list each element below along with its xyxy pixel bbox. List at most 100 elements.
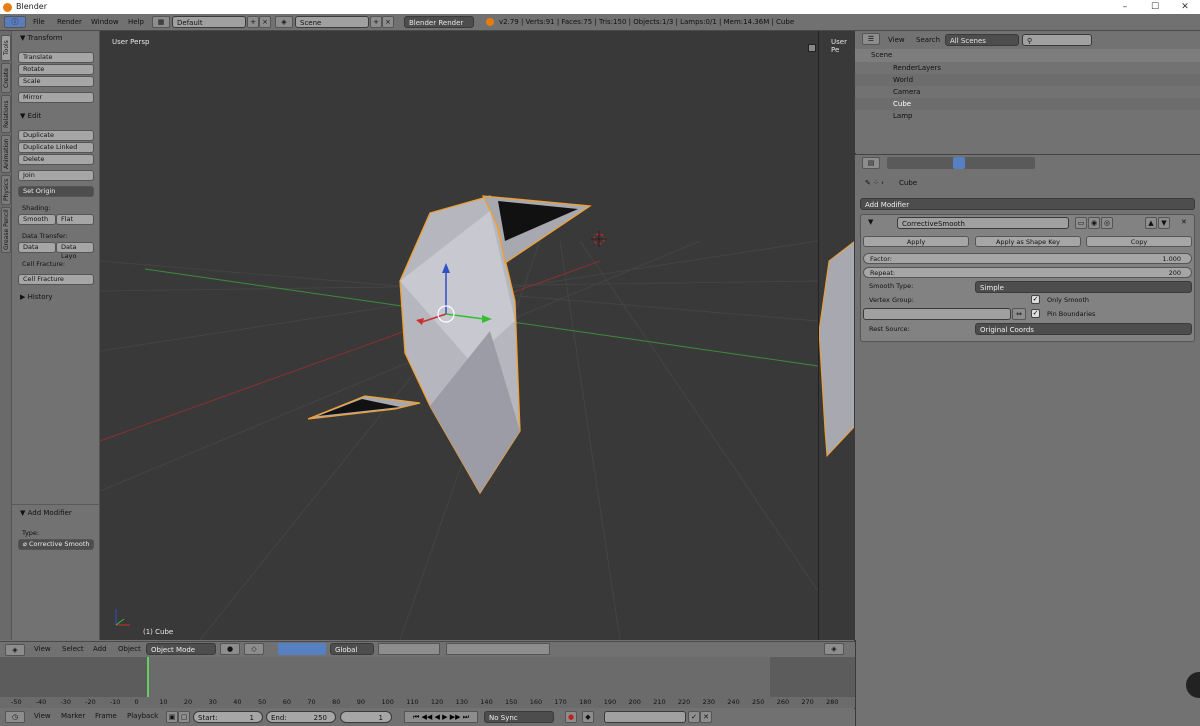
menu-window[interactable]: Window: [91, 17, 119, 28]
end-frame-field[interactable]: End: 250: [266, 711, 336, 723]
layout-icon[interactable]: ▦: [152, 16, 170, 28]
outliner-row-camera[interactable]: Camera: [855, 86, 1200, 98]
select-menu[interactable]: Select: [62, 644, 84, 655]
playback-controls[interactable]: ⏮ ◀◀ ◀ ▶ ▶▶ ⏭: [404, 711, 478, 723]
apply-shape-key-button[interactable]: Apply as Shape Key: [975, 236, 1081, 247]
tab-animation[interactable]: Animation: [1, 135, 11, 173]
remove-modifier-icon[interactable]: ✕: [1181, 217, 1187, 228]
maximize-button[interactable]: ☐: [1140, 0, 1170, 14]
outliner-search-input[interactable]: ⚲: [1022, 34, 1092, 46]
scale-button[interactable]: Scale: [18, 76, 94, 87]
rotate-button[interactable]: Rotate: [18, 64, 94, 75]
mirror-button[interactable]: Mirror: [18, 92, 94, 103]
add-menu[interactable]: Add: [93, 644, 107, 655]
remove-layout-icon[interactable]: ×: [259, 16, 271, 28]
side-handle-icon[interactable]: [1186, 672, 1200, 698]
delete-button[interactable]: Delete: [18, 154, 94, 165]
edit-mode-icon[interactable]: ▭: [1075, 217, 1087, 229]
shading-icon[interactable]: ●: [220, 643, 240, 655]
data-button[interactable]: Data: [18, 242, 56, 253]
3d-viewport[interactable]: User Persp (1) Cube: [100, 31, 818, 640]
copy-button[interactable]: Copy: [1086, 236, 1192, 247]
editor-type-icon[interactable]: ⓘ: [4, 16, 26, 28]
sync-select[interactable]: No Sync: [484, 711, 554, 723]
duplicate-linked-button[interactable]: Duplicate Linked: [18, 142, 94, 153]
pin-icon[interactable]: ✎ ⁘ ›: [865, 178, 884, 189]
add-layout-icon[interactable]: +: [247, 16, 259, 28]
outliner-row-world[interactable]: World: [855, 74, 1200, 86]
3d-viewport-secondary[interactable]: User Pe: [818, 31, 855, 640]
outliner-row-lamp[interactable]: Lamp: [855, 110, 1200, 122]
menu-help[interactable]: Help: [128, 17, 144, 28]
scene-icon[interactable]: ◈: [275, 16, 293, 28]
tab-physics[interactable]: Physics: [1, 175, 11, 205]
render-preview-icon[interactable]: ◈: [824, 643, 844, 655]
timeline-view-menu[interactable]: View: [34, 711, 51, 722]
keying-set-field[interactable]: [604, 711, 686, 723]
playhead[interactable]: [147, 657, 149, 697]
scene-field[interactable]: Scene: [295, 16, 369, 28]
3d-cursor-icon[interactable]: [591, 231, 607, 247]
menu-file[interactable]: File: [33, 17, 45, 28]
only-smooth-checkbox[interactable]: ✓: [1031, 295, 1040, 304]
outliner-row-renderlayers[interactable]: RenderLayers: [855, 62, 1200, 74]
record-icon[interactable]: ●: [565, 711, 577, 723]
delete-keyframe-icon[interactable]: ✕: [700, 711, 712, 723]
range-icon[interactable]: ▣: [166, 711, 178, 723]
outliner-editor-icon[interactable]: ☰: [862, 33, 880, 45]
vertex-group-input[interactable]: [863, 308, 1011, 320]
frame-menu[interactable]: Frame: [95, 711, 117, 722]
history-panel-header[interactable]: ▶ History: [14, 291, 98, 303]
pivot-icon[interactable]: ◇: [244, 643, 264, 655]
smooth-type-select[interactable]: Simple: [975, 281, 1192, 293]
outliner-search-menu[interactable]: Search: [916, 35, 940, 46]
manipulator-icons[interactable]: [278, 643, 326, 655]
layer-buttons[interactable]: [378, 643, 440, 655]
mode-select[interactable]: Object Mode: [146, 643, 216, 655]
collapse-icon[interactable]: ▼: [868, 217, 873, 228]
outliner-row-scene[interactable]: Scene: [855, 49, 1200, 62]
outliner-filter-select[interactable]: All Scenes: [945, 34, 1019, 46]
properties-editor-icon[interactable]: ▤: [862, 157, 880, 169]
modifier-name-input[interactable]: CorrectiveSmooth: [897, 217, 1069, 229]
smooth-button[interactable]: Smooth: [18, 214, 56, 225]
edit-panel-header[interactable]: ▼ Edit: [14, 110, 98, 122]
snap-tools[interactable]: [446, 643, 550, 655]
tab-relations[interactable]: Relations: [1, 95, 11, 133]
duplicate-button[interactable]: Duplicate: [18, 130, 94, 141]
tab-tools[interactable]: Tools: [1, 35, 11, 61]
rest-source-select[interactable]: Original Coords: [975, 323, 1192, 335]
move-up-icon[interactable]: ▲: [1145, 217, 1157, 229]
playback-menu[interactable]: Playback: [127, 711, 158, 722]
viewport-split-icon[interactable]: [808, 44, 816, 52]
preview-range-icon[interactable]: ▢: [178, 711, 190, 723]
timeline-editor-icon[interactable]: ◷: [5, 711, 25, 723]
modifier-type-select[interactable]: ⌀ Corrective Smooth: [18, 539, 94, 550]
add-modifier-select[interactable]: Add Modifier: [860, 198, 1195, 210]
last-op-panel-header[interactable]: ▼ Add Modifier: [14, 507, 98, 519]
add-scene-icon[interactable]: +: [370, 16, 382, 28]
flat-button[interactable]: Flat: [56, 214, 94, 225]
repeat-slider[interactable]: Repeat: 200: [863, 267, 1192, 278]
3d-view-editor-icon[interactable]: ◈: [5, 644, 25, 656]
minimize-button[interactable]: –: [1110, 0, 1140, 14]
viewport-visibility-icon[interactable]: ◉: [1088, 217, 1100, 229]
set-origin-select[interactable]: Set Origin: [18, 186, 94, 197]
start-frame-field[interactable]: Start: 1: [193, 711, 263, 723]
outliner-row-cube[interactable]: Cube: [855, 98, 1200, 110]
keying-icon[interactable]: ◆: [582, 711, 594, 723]
tab-create[interactable]: Create: [1, 63, 11, 93]
modifier-tab-wrench-icon[interactable]: [953, 157, 965, 169]
translate-button[interactable]: Translate: [18, 52, 94, 63]
move-down-icon[interactable]: ▼: [1158, 217, 1170, 229]
layout-field[interactable]: Default: [172, 16, 246, 28]
data-layout-button[interactable]: Data Layo: [56, 242, 94, 260]
pin-boundaries-checkbox[interactable]: ✓: [1031, 309, 1040, 318]
cell-fracture-button[interactable]: Cell Fracture: [18, 274, 94, 285]
close-button[interactable]: ✕: [1170, 0, 1200, 14]
timeline[interactable]: -50 -40 -30 -20 -10 0 10 20 30 40 50 60 70 80 90 100 110…: [0, 657, 855, 708]
object-menu[interactable]: Object: [118, 644, 141, 655]
factor-slider[interactable]: Factor: 1.000: [863, 253, 1192, 264]
cube-mesh[interactable]: [307, 195, 592, 495]
current-frame-field[interactable]: 1: [340, 711, 392, 723]
